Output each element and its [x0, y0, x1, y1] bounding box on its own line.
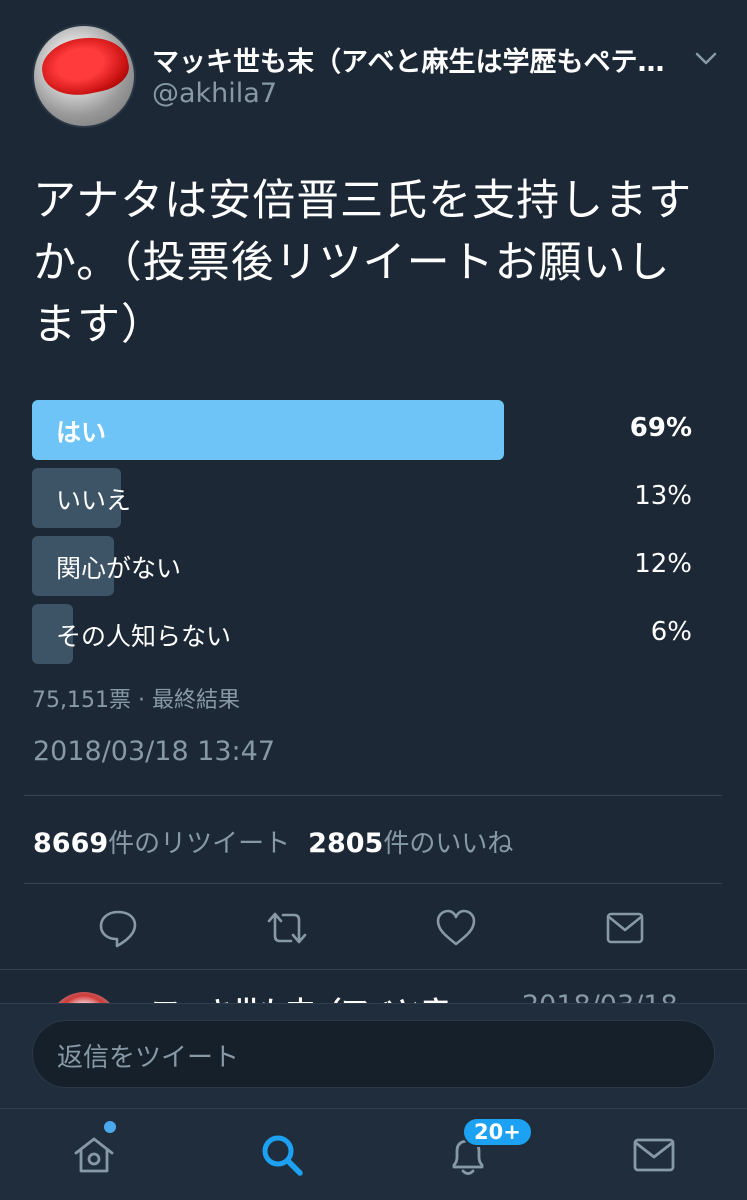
display-name[interactable]: マッキ世も末（アベと麻生は学歴もペテ… [152, 40, 682, 79]
poll-option[interactable]: 関心がない 12% [32, 536, 692, 596]
poll-option[interactable]: その人知らない 6% [32, 604, 692, 664]
poll-option-percent: 13% [634, 481, 692, 511]
poll-option[interactable]: はい 69% [32, 400, 692, 460]
retweet-icon[interactable] [265, 906, 309, 950]
poll-option-percent: 69% [629, 413, 692, 443]
tweet-stats: 8669件のリツイート 2805件のいいね [33, 823, 513, 860]
tweet-text: アナタは安倍晋三氏を支持しますか。（投票後リツイートお願いします） [33, 176, 693, 350]
reply-bar: 返信をツイート [0, 1003, 747, 1108]
notifications-badge: 20+ [462, 1117, 533, 1147]
poll-summary: 75,151票 · 最終結果 [32, 688, 240, 713]
likes-label: 件のいいね [383, 829, 514, 859]
tweet-header: マッキ世も末（アベと麻生は学歴もペテ… @akhila7 [0, 0, 747, 150]
tweet-timestamp: 2018/03/18 13:47 [33, 736, 276, 767]
chevron-down-icon[interactable] [692, 44, 720, 72]
reply-icon[interactable] [96, 906, 140, 950]
tab-bar: 20+ [0, 1108, 747, 1200]
reply-input[interactable]: 返信をツイート [32, 1020, 715, 1088]
poll-option-percent: 12% [634, 549, 692, 579]
like-icon[interactable] [434, 906, 478, 950]
home-icon[interactable] [70, 1131, 118, 1179]
next-tweet[interactable]: マッキ世も末（アベと麻… 2018/03/18 [0, 970, 747, 1004]
divider [24, 883, 722, 884]
retweets-stat[interactable]: 8669件のリツイート [33, 828, 291, 859]
likes-count: 2805 [308, 828, 384, 859]
next-tweet-time: 2018/03/18 [522, 990, 678, 1004]
divider [24, 795, 722, 796]
search-icon[interactable] [258, 1131, 306, 1179]
poll-option-label: はい [56, 418, 107, 447]
poll-option-label: 関心がない [56, 554, 182, 583]
next-tweet-name: マッキ世も末（アベと麻… [152, 990, 475, 1004]
messages-icon[interactable] [630, 1131, 678, 1179]
likes-stat[interactable]: 2805件のいいね [308, 828, 514, 859]
share-icon[interactable] [603, 906, 647, 950]
avatar[interactable] [32, 24, 136, 128]
poll-option-label: その人知らない [56, 622, 232, 651]
user-handle[interactable]: @akhila7 [152, 78, 277, 109]
retweets-label: 件のリツイート [108, 829, 291, 859]
home-unread-dot [104, 1121, 116, 1133]
poll-option-percent: 6% [650, 617, 692, 647]
retweets-count: 8669 [33, 828, 109, 859]
poll-option[interactable]: いいえ 13% [32, 468, 692, 528]
poll-option-label: いいえ [56, 486, 132, 515]
